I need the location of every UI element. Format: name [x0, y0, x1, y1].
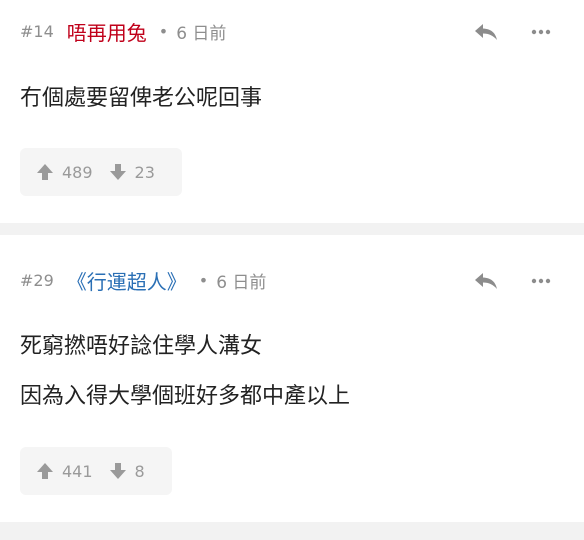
post-number: #14 [20, 21, 54, 41]
downvote-count: 8 [134, 461, 145, 481]
arrow-down-icon [109, 164, 126, 180]
upvote-count: 489 [62, 162, 93, 182]
post-content: 冇個處要留俾老公呢回事 [20, 82, 262, 116]
post-content-line: 死窮撚唔好諗住學人溝女 [20, 334, 263, 359]
post-time: 6 日前 [216, 272, 267, 293]
post: #29 《行運超人》 • 6 日前 死窮撚唔好諗住學人溝女 因為入得大學個班好多… [0, 235, 584, 522]
arrow-down-icon [109, 463, 126, 479]
post-content-line: 因為入得大學個班好多都中產以上 [20, 384, 351, 409]
upvote-button[interactable]: 441 [36, 462, 93, 481]
post-separator [0, 522, 584, 540]
post-actions [473, 22, 551, 42]
post-content: 死窮撚唔好諗住學人溝女 因為入得大學個班好多都中產以上 [20, 330, 350, 414]
downvote-button[interactable]: 8 [109, 462, 145, 481]
post-header: #29 《行運超人》 • 6 日前 [20, 266, 267, 295]
downvote-count: 23 [134, 162, 155, 182]
separator-dot: • [198, 270, 209, 290]
upvote-count: 441 [62, 461, 93, 481]
post-header: #14 唔再用兔 • 6 日前 [20, 17, 227, 46]
reply-icon[interactable] [473, 22, 499, 42]
username[interactable]: 唔再用兔 [67, 17, 147, 46]
post-number: #29 [20, 270, 54, 290]
post-time: 6 日前 [176, 23, 227, 44]
downvote-button[interactable]: 23 [109, 163, 155, 182]
more-icon[interactable] [531, 278, 551, 284]
arrow-up-icon [37, 463, 53, 479]
vote-bar: 489 23 [20, 148, 182, 196]
arrow-up-icon [37, 164, 53, 180]
post-separator [0, 223, 584, 235]
reply-icon[interactable] [473, 271, 499, 291]
vote-bar: 441 8 [20, 447, 172, 495]
post-actions [473, 271, 551, 291]
more-icon[interactable] [531, 29, 551, 35]
separator-dot: • [158, 21, 169, 41]
post: #14 唔再用兔 • 6 日前 冇個處要留俾老公呢回事 489 23 [0, 0, 584, 223]
post-content-line: 冇個處要留俾老公呢回事 [20, 86, 263, 111]
upvote-button[interactable]: 489 [36, 163, 93, 182]
username[interactable]: 《行運超人》 [67, 266, 187, 295]
